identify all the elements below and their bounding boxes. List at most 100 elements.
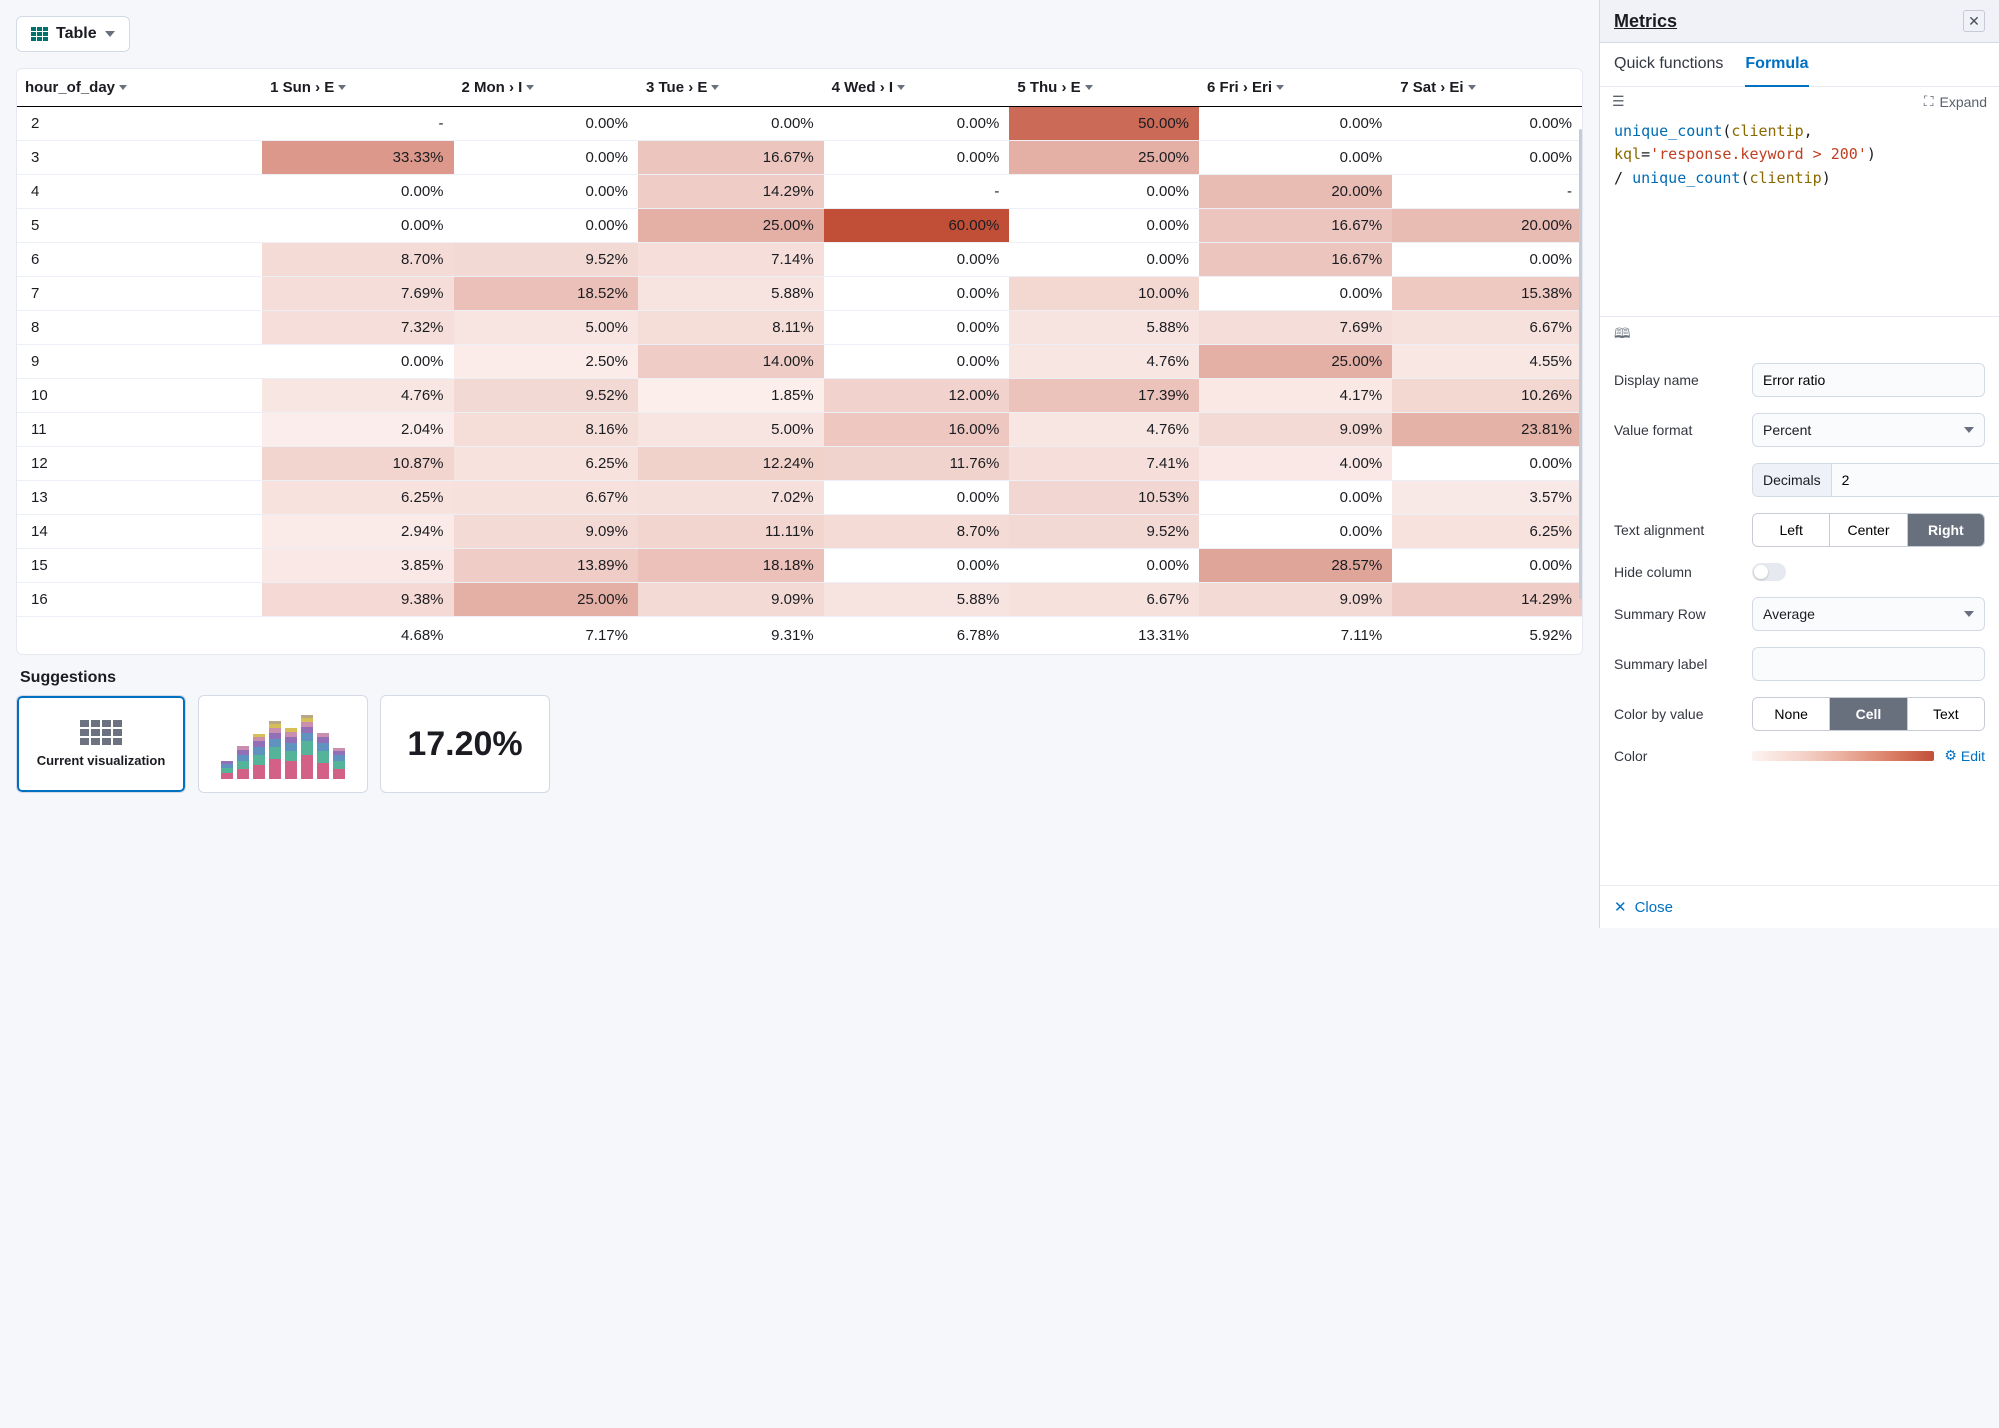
hide-column-toggle[interactable] <box>1752 563 1786 581</box>
suggestion-metric[interactable]: 17.20% <box>380 695 550 793</box>
table-cell[interactable]: 5.88% <box>638 277 824 311</box>
table-cell[interactable]: 0.00% <box>262 345 453 379</box>
column-header[interactable]: 5 Thu › E <box>1009 69 1199 107</box>
table-cell[interactable]: 6.67% <box>1009 583 1199 617</box>
table-cell[interactable]: 9.38% <box>262 583 453 617</box>
table-cell[interactable]: 20.00% <box>1199 175 1392 209</box>
table-cell[interactable]: 14.29% <box>1392 583 1582 617</box>
table-cell[interactable]: 7.69% <box>262 277 453 311</box>
table-cell[interactable]: 7.02% <box>638 481 824 515</box>
table-cell[interactable]: 4.00% <box>1199 447 1392 481</box>
expand-button[interactable]: ⛶ Expand <box>1924 93 1987 110</box>
tab-quick-functions[interactable]: Quick functions <box>1614 43 1723 86</box>
value-format-select[interactable]: Percent <box>1752 413 1985 447</box>
close-icon[interactable]: ✕ <box>1963 10 1985 32</box>
table-cell[interactable]: 18.18% <box>638 549 824 583</box>
table-cell[interactable]: 0.00% <box>824 107 1010 141</box>
table-cell[interactable]: 0.00% <box>1199 107 1392 141</box>
table-cell[interactable]: 5.00% <box>638 413 824 447</box>
table-cell[interactable]: 0.00% <box>454 175 638 209</box>
table-cell[interactable]: 0.00% <box>824 277 1010 311</box>
table-cell[interactable]: 8.70% <box>824 515 1010 549</box>
table-cell[interactable]: 9.52% <box>454 379 638 413</box>
table-cell[interactable]: 16.67% <box>1199 209 1392 243</box>
table-cell[interactable]: 0.00% <box>1392 243 1582 277</box>
table-cell[interactable]: 10.00% <box>1009 277 1199 311</box>
table-cell[interactable]: 11.76% <box>824 447 1010 481</box>
table-cell[interactable]: 0.00% <box>824 141 1010 175</box>
table-cell[interactable]: - <box>1392 175 1582 209</box>
column-header[interactable]: hour_of_day <box>17 69 262 107</box>
table-cell[interactable]: 2 <box>17 107 262 141</box>
color-palette-preview[interactable] <box>1752 751 1934 761</box>
table-cell[interactable]: - <box>824 175 1010 209</box>
table-cell[interactable]: 0.00% <box>638 107 824 141</box>
column-header[interactable]: 6 Fri › Eri <box>1199 69 1392 107</box>
table-cell[interactable]: 3 <box>17 141 262 175</box>
column-header[interactable]: 4 Wed › I <box>824 69 1010 107</box>
table-cell[interactable]: - <box>262 107 453 141</box>
table-cell[interactable]: 25.00% <box>638 209 824 243</box>
table-cell[interactable]: 0.00% <box>1392 141 1582 175</box>
table-cell[interactable]: 0.00% <box>454 141 638 175</box>
table-cell[interactable]: 0.00% <box>262 175 453 209</box>
table-cell[interactable]: 10.53% <box>1009 481 1199 515</box>
table-cell[interactable]: 16 <box>17 583 262 617</box>
table-cell[interactable]: 9.52% <box>1009 515 1199 549</box>
table-cell[interactable]: 8.11% <box>638 311 824 345</box>
table-cell[interactable]: 7 <box>17 277 262 311</box>
table-cell[interactable]: 0.00% <box>454 107 638 141</box>
color-cell-button[interactable]: Cell <box>1830 698 1907 730</box>
table-cell[interactable]: 16.67% <box>1199 243 1392 277</box>
summary-row-select[interactable]: Average <box>1752 597 1985 631</box>
table-cell[interactable]: 7.32% <box>262 311 453 345</box>
table-cell[interactable]: 0.00% <box>1392 447 1582 481</box>
table-cell[interactable]: 0.00% <box>1199 515 1392 549</box>
edit-color-link[interactable]: ⚙ Edit <box>1944 747 1985 764</box>
table-cell[interactable]: 0.00% <box>262 209 453 243</box>
table-cell[interactable]: 14 <box>17 515 262 549</box>
align-right-button[interactable]: Right <box>1908 514 1984 546</box>
table-cell[interactable]: 0.00% <box>1009 209 1199 243</box>
visualization-type-selector[interactable]: Table <box>16 16 130 52</box>
table-cell[interactable]: 17.39% <box>1009 379 1199 413</box>
table-cell[interactable]: 0.00% <box>1009 549 1199 583</box>
table-cell[interactable]: 0.00% <box>1009 175 1199 209</box>
table-cell[interactable]: 0.00% <box>1009 243 1199 277</box>
column-header[interactable]: 1 Sun › E <box>262 69 453 107</box>
table-cell[interactable]: 15 <box>17 549 262 583</box>
table-cell[interactable]: 1.85% <box>638 379 824 413</box>
table-cell[interactable]: 23.81% <box>1392 413 1582 447</box>
suggestion-current-visualization[interactable]: Current visualization <box>16 695 186 793</box>
table-cell[interactable]: 10.87% <box>262 447 453 481</box>
table-cell[interactable]: 0.00% <box>1199 141 1392 175</box>
suggestion-stacked-bar[interactable] <box>198 695 368 793</box>
align-left-button[interactable]: Left <box>1753 514 1830 546</box>
scrollbar[interactable] <box>1579 129 1582 599</box>
table-cell[interactable]: 2.04% <box>262 413 453 447</box>
table-cell[interactable]: 2.94% <box>262 515 453 549</box>
table-cell[interactable]: 7.69% <box>1199 311 1392 345</box>
decimals-input[interactable] <box>1832 464 1999 496</box>
documentation-icon[interactable]: 🕮 <box>1600 316 1999 353</box>
color-none-button[interactable]: None <box>1753 698 1830 730</box>
table-cell[interactable]: 3.57% <box>1392 481 1582 515</box>
table-cell[interactable]: 6.25% <box>454 447 638 481</box>
summary-label-input[interactable] <box>1752 647 1985 681</box>
table-cell[interactable]: 6.25% <box>262 481 453 515</box>
formula-editor[interactable]: unique_count(clientip, kql='response.key… <box>1600 116 1999 316</box>
table-cell[interactable]: 50.00% <box>1009 107 1199 141</box>
table-cell[interactable]: 0.00% <box>824 549 1010 583</box>
table-cell[interactable]: 9 <box>17 345 262 379</box>
tab-formula[interactable]: Formula <box>1745 43 1808 87</box>
table-cell[interactable]: 0.00% <box>824 481 1010 515</box>
table-cell[interactable]: 13.89% <box>454 549 638 583</box>
table-cell[interactable]: 0.00% <box>1392 107 1582 141</box>
table-cell[interactable]: 5 <box>17 209 262 243</box>
word-wrap-icon[interactable]: ☰ <box>1612 93 1625 110</box>
color-text-button[interactable]: Text <box>1908 698 1984 730</box>
close-button[interactable]: ✕ Close <box>1614 898 1673 916</box>
table-cell[interactable]: 6 <box>17 243 262 277</box>
table-cell[interactable]: 4.76% <box>1009 413 1199 447</box>
table-cell[interactable]: 13 <box>17 481 262 515</box>
